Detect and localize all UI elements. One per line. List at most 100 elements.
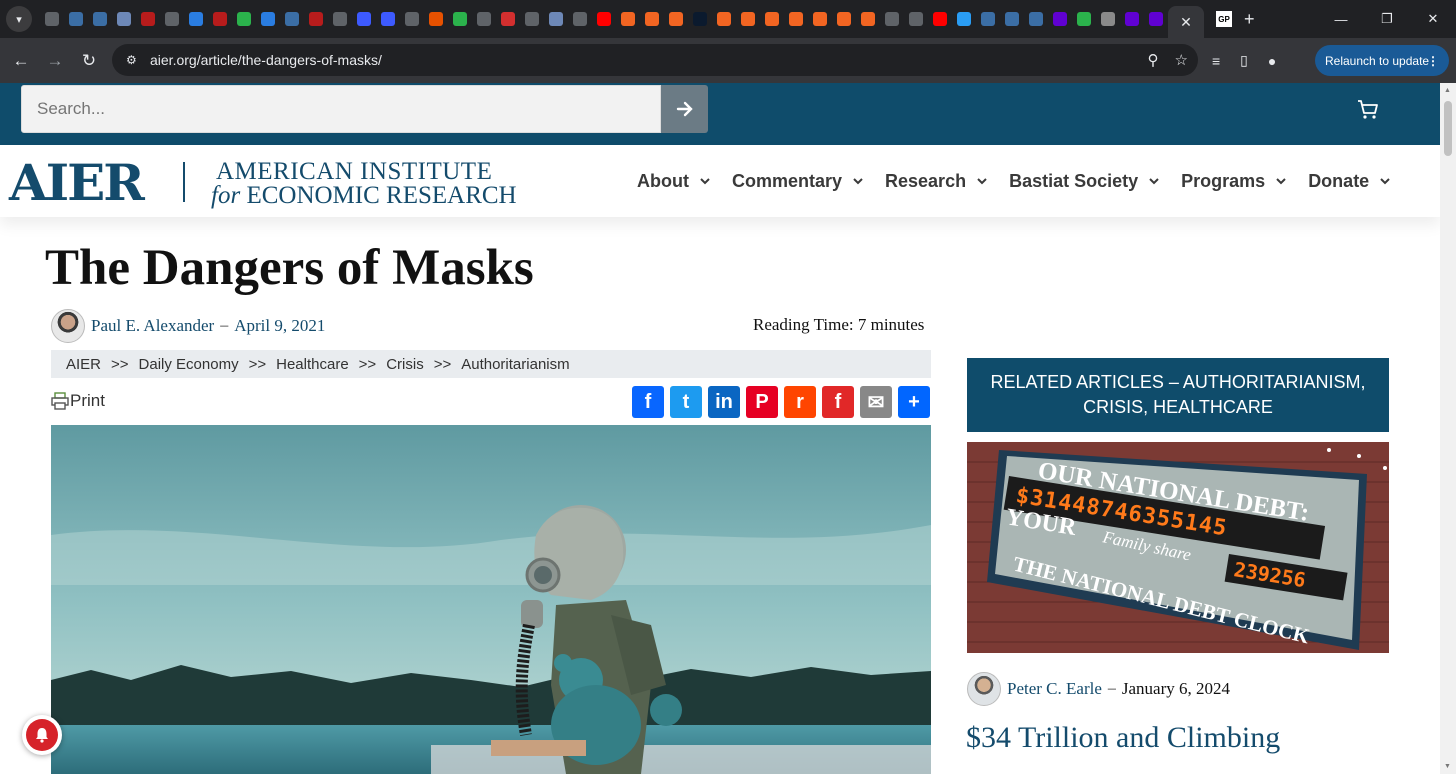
- close-tab-icon[interactable]: ✕: [1180, 14, 1192, 31]
- tab-favicon[interactable]: [981, 12, 995, 26]
- scroll-down-icon[interactable]: ▼: [1444, 763, 1451, 770]
- forward-icon[interactable]: →: [38, 51, 72, 71]
- site-info-icon[interactable]: ⚙: [126, 53, 142, 67]
- tab-favicon[interactable]: [573, 12, 587, 26]
- address-bar[interactable]: ⚙ aier.org/article/the-dangers-of-masks/…: [112, 44, 1198, 76]
- breadcrumb-link[interactable]: Daily Economy: [139, 356, 239, 373]
- tab-favicon[interactable]: [45, 12, 59, 26]
- tab-favicon[interactable]: [885, 12, 899, 26]
- tab-favicon[interactable]: [717, 12, 731, 26]
- tab-favicon[interactable]: [909, 12, 923, 26]
- more-menu-icon[interactable]: ⋮: [1427, 54, 1439, 68]
- related-article-title[interactable]: $34 Trillion and Climbing: [966, 721, 1280, 755]
- nav-item-research[interactable]: Research: [885, 171, 987, 192]
- related-article-image[interactable]: OUR NATIONAL DEBT: $31448746355145 YOUR …: [967, 442, 1389, 653]
- related-author-link[interactable]: Peter C. Earle: [1007, 679, 1102, 699]
- tab-search-icon[interactable]: ▾: [6, 6, 32, 32]
- back-icon[interactable]: ←: [4, 51, 38, 71]
- tab-favicon[interactable]: [429, 12, 443, 26]
- scroll-thumb[interactable]: [1444, 101, 1452, 156]
- active-tab[interactable]: ✕: [1168, 6, 1204, 38]
- search-input[interactable]: [22, 86, 660, 132]
- tab-favicon[interactable]: [453, 12, 467, 26]
- tab-favicon[interactable]: [693, 12, 707, 26]
- minimize-icon[interactable]: —: [1318, 12, 1364, 27]
- tab-favicon[interactable]: [285, 12, 299, 26]
- tab-favicon[interactable]: [477, 12, 491, 26]
- breadcrumb-link[interactable]: Crisis: [386, 356, 424, 373]
- tab-favicon[interactable]: [1005, 12, 1019, 26]
- tab-favicon[interactable]: [309, 12, 323, 26]
- tab-favicon[interactable]: [261, 12, 275, 26]
- tab-favicon[interactable]: [597, 12, 611, 26]
- tab-favicon[interactable]: [1125, 12, 1139, 26]
- restore-icon[interactable]: ❐: [1364, 11, 1410, 27]
- author-link[interactable]: Paul E. Alexander: [91, 316, 214, 336]
- tab-favicon[interactable]: [861, 12, 875, 26]
- tab-favicon[interactable]: [165, 12, 179, 26]
- search-box[interactable]: [21, 85, 661, 133]
- new-tab-icon[interactable]: +: [1244, 9, 1255, 30]
- tab-favicon[interactable]: [741, 12, 755, 26]
- tab-favicon[interactable]: [405, 12, 419, 26]
- search-submit-button[interactable]: [661, 85, 708, 133]
- tab-favicon[interactable]: [669, 12, 683, 26]
- breadcrumb-link[interactable]: AIER: [66, 356, 101, 373]
- nav-item-bastiat-society[interactable]: Bastiat Society: [1009, 171, 1159, 192]
- breadcrumb-link[interactable]: Authoritarianism: [461, 356, 569, 373]
- close-window-icon[interactable]: ✕: [1410, 11, 1456, 27]
- nav-item-donate[interactable]: Donate: [1308, 171, 1390, 192]
- tab-favicon[interactable]: [837, 12, 851, 26]
- print-button[interactable]: Print: [51, 391, 105, 411]
- side-panel-icon[interactable]: ▯: [1240, 52, 1248, 69]
- tab-favicon[interactable]: [117, 12, 131, 26]
- pinterest-share-button[interactable]: P: [746, 386, 778, 418]
- tab-favicon[interactable]: [1149, 12, 1163, 26]
- tab-favicon[interactable]: [1077, 12, 1091, 26]
- tab-favicon[interactable]: [333, 12, 347, 26]
- tab-favicon[interactable]: [1101, 12, 1115, 26]
- zoom-icon[interactable]: ⚲: [1148, 51, 1159, 69]
- tab-favicon[interactable]: [765, 12, 779, 26]
- tab-favicon[interactable]: [525, 12, 539, 26]
- profile-icon[interactable]: ●: [1268, 53, 1276, 69]
- page-scrollbar[interactable]: ▲ ▼: [1440, 83, 1456, 774]
- media-queue-icon[interactable]: ≡: [1212, 53, 1220, 69]
- tab-favicon[interactable]: [357, 12, 371, 26]
- tab-favicon[interactable]: [549, 12, 563, 26]
- nav-item-commentary[interactable]: Commentary: [732, 171, 863, 192]
- related-author-avatar[interactable]: [967, 672, 1001, 706]
- author-avatar[interactable]: [51, 309, 85, 343]
- share-share-button[interactable]: +: [898, 386, 930, 418]
- facebook-share-button[interactable]: f: [632, 386, 664, 418]
- relaunch-button[interactable]: Relaunch to update ⋮: [1315, 45, 1449, 76]
- tab-favicon[interactable]: [645, 12, 659, 26]
- reddit-share-button[interactable]: r: [784, 386, 816, 418]
- tab-gp[interactable]: GP: [1216, 11, 1232, 27]
- tab-favicon[interactable]: [957, 12, 971, 26]
- cart-icon[interactable]: [1356, 98, 1380, 122]
- tab-favicon[interactable]: [501, 12, 515, 26]
- tab-favicon[interactable]: [789, 12, 803, 26]
- bookmark-star-icon[interactable]: ☆: [1175, 51, 1188, 69]
- email-share-button[interactable]: ✉: [860, 386, 892, 418]
- tab-favicon[interactable]: [237, 12, 251, 26]
- tab-favicon[interactable]: [381, 12, 395, 26]
- tab-favicon[interactable]: [813, 12, 827, 26]
- tab-favicon[interactable]: [189, 12, 203, 26]
- twitter-share-button[interactable]: t: [670, 386, 702, 418]
- notification-bell-button[interactable]: [22, 715, 62, 755]
- tab-favicon[interactable]: [213, 12, 227, 26]
- tab-favicon[interactable]: [93, 12, 107, 26]
- tab-favicon[interactable]: [141, 12, 155, 26]
- tab-favicon[interactable]: [621, 12, 635, 26]
- url-text[interactable]: aier.org/article/the-dangers-of-masks/: [150, 52, 382, 68]
- nav-item-about[interactable]: About: [637, 171, 710, 192]
- flipboard-share-button[interactable]: f: [822, 386, 854, 418]
- scroll-up-icon[interactable]: ▲: [1444, 87, 1451, 94]
- tab-favicon[interactable]: [1029, 12, 1043, 26]
- nav-item-programs[interactable]: Programs: [1181, 171, 1286, 192]
- tab-favicon[interactable]: [69, 12, 83, 26]
- tab-favicon[interactable]: [933, 12, 947, 26]
- linkedin-share-button[interactable]: in: [708, 386, 740, 418]
